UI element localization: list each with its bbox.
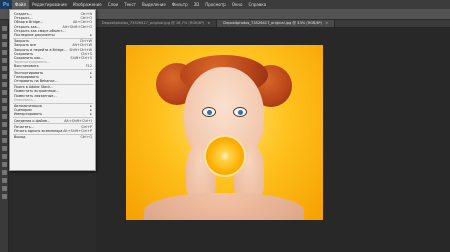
menu-8[interactable]: 3D [191,0,203,9]
tool-icon[interactable] [2,66,7,71]
document-tab-label: Depositphotos_73526417_original.jpg @ 16… [102,21,205,25]
tool-icon[interactable] [2,138,7,143]
menu-6[interactable]: Выделение [139,0,169,9]
tool-icon[interactable] [2,50,7,55]
tool-icon[interactable] [2,154,7,159]
file-menu-dropdown: Создать... Ctrl+N Открыть... Ctrl+O Обзор в … [9,9,96,171]
close-icon[interactable]: × [325,21,328,25]
tool-icon[interactable] [2,74,7,79]
menu-item-label: Отправить на Behance... [14,79,58,83]
file-menu-item[interactable]: Последние документы ▸ [10,33,96,37]
tool-icon[interactable] [2,146,7,151]
tool-icon[interactable] [2,162,7,167]
photoshop-logo-icon[interactable]: Ps [0,0,12,9]
menu-item-label: Восстановить [14,64,39,69]
document-tab[interactable]: Depositphotos_73526417_original.jpg @ 16… [96,20,218,27]
menu-bar: Ps Файл Редактирование Изображение Слои Текс… [0,0,450,9]
menu-item-shortcut: Alt+Shift+Ctrl+I [64,118,92,123]
menu-item-label: Выход [14,135,26,140]
menu-3[interactable]: Изображение [70,0,105,9]
menu-2[interactable]: Редактирование [29,0,70,9]
menu-10[interactable]: Окно [229,0,246,9]
tool-icon[interactable] [2,170,7,175]
menu-4[interactable]: Слои [105,0,121,9]
tool-icon[interactable] [2,122,7,127]
eye-left [202,107,216,117]
menu-item-shortcut: F12 [85,64,92,69]
file-menu-item[interactable]: Печать одного экземпляра Alt+Shift+Ctrl+P [10,129,96,133]
tool-icon[interactable] [2,186,7,191]
document-tab[interactable]: Depositphotos_73526417_original.jpg @ 33… [217,20,336,27]
menu-item-label: Упаковать... [14,97,36,102]
tool-icon[interactable] [2,42,7,47]
shoulders [144,193,304,220]
menu-item-label: Сведения о файле... [14,118,51,123]
document-tab-bar: Depositphotos_73526417_original.jpg @ 16… [96,20,450,27]
file-menu-item[interactable]: Сведения о файле... Alt+Shift+Ctrl+I [10,119,96,123]
file-menu-item: Упаковать... [10,98,96,102]
tool-icon[interactable] [2,26,7,31]
menu-item-shortcut: Ctrl+Q [80,135,92,140]
menu-9[interactable]: Просмотр [202,0,229,9]
document-image[interactable] [126,45,323,220]
orange-slice [204,135,246,177]
menu-1[interactable]: Файл [12,0,30,9]
file-menu-item[interactable]: Восстановить F12 [10,64,96,68]
tool-icon[interactable] [2,130,7,135]
document-tab-label: Depositphotos_73526417_original.jpg @ 33… [223,21,323,25]
tool-icon[interactable] [2,178,7,183]
tool-icon[interactable] [2,106,7,111]
menu-item-label: Печать одного экземпляра [14,129,63,133]
tool-icon[interactable] [2,34,7,39]
tool-icon[interactable] [2,114,7,119]
submenu-arrow-icon: ▸ [90,33,92,37]
menu-5[interactable]: Текст [121,0,139,9]
tool-icon[interactable] [2,194,7,199]
file-menu-item[interactable]: Импортировать ▸ [10,112,96,116]
tool-icon[interactable] [2,82,7,87]
tool-icon[interactable] [2,90,7,95]
close-icon[interactable]: × [207,21,210,25]
file-menu-item[interactable]: Отправить на Behance... [10,79,96,83]
menu-item-shortcut: Alt+Shift+Ctrl+P [63,129,92,133]
eye-right [233,107,247,117]
menu-7[interactable]: Фильтр [169,0,191,9]
menu-item-label: Импортировать [14,112,42,117]
file-menu-item[interactable]: Выход Ctrl+Q [10,135,96,139]
submenu-arrow-icon: ▸ [90,112,92,117]
tool-icon[interactable] [2,58,7,63]
menu-11[interactable]: Справка [245,0,269,9]
tool-icon[interactable] [2,98,7,103]
menu-item-label: Последние документы [14,33,55,37]
tools-panel [0,20,9,252]
